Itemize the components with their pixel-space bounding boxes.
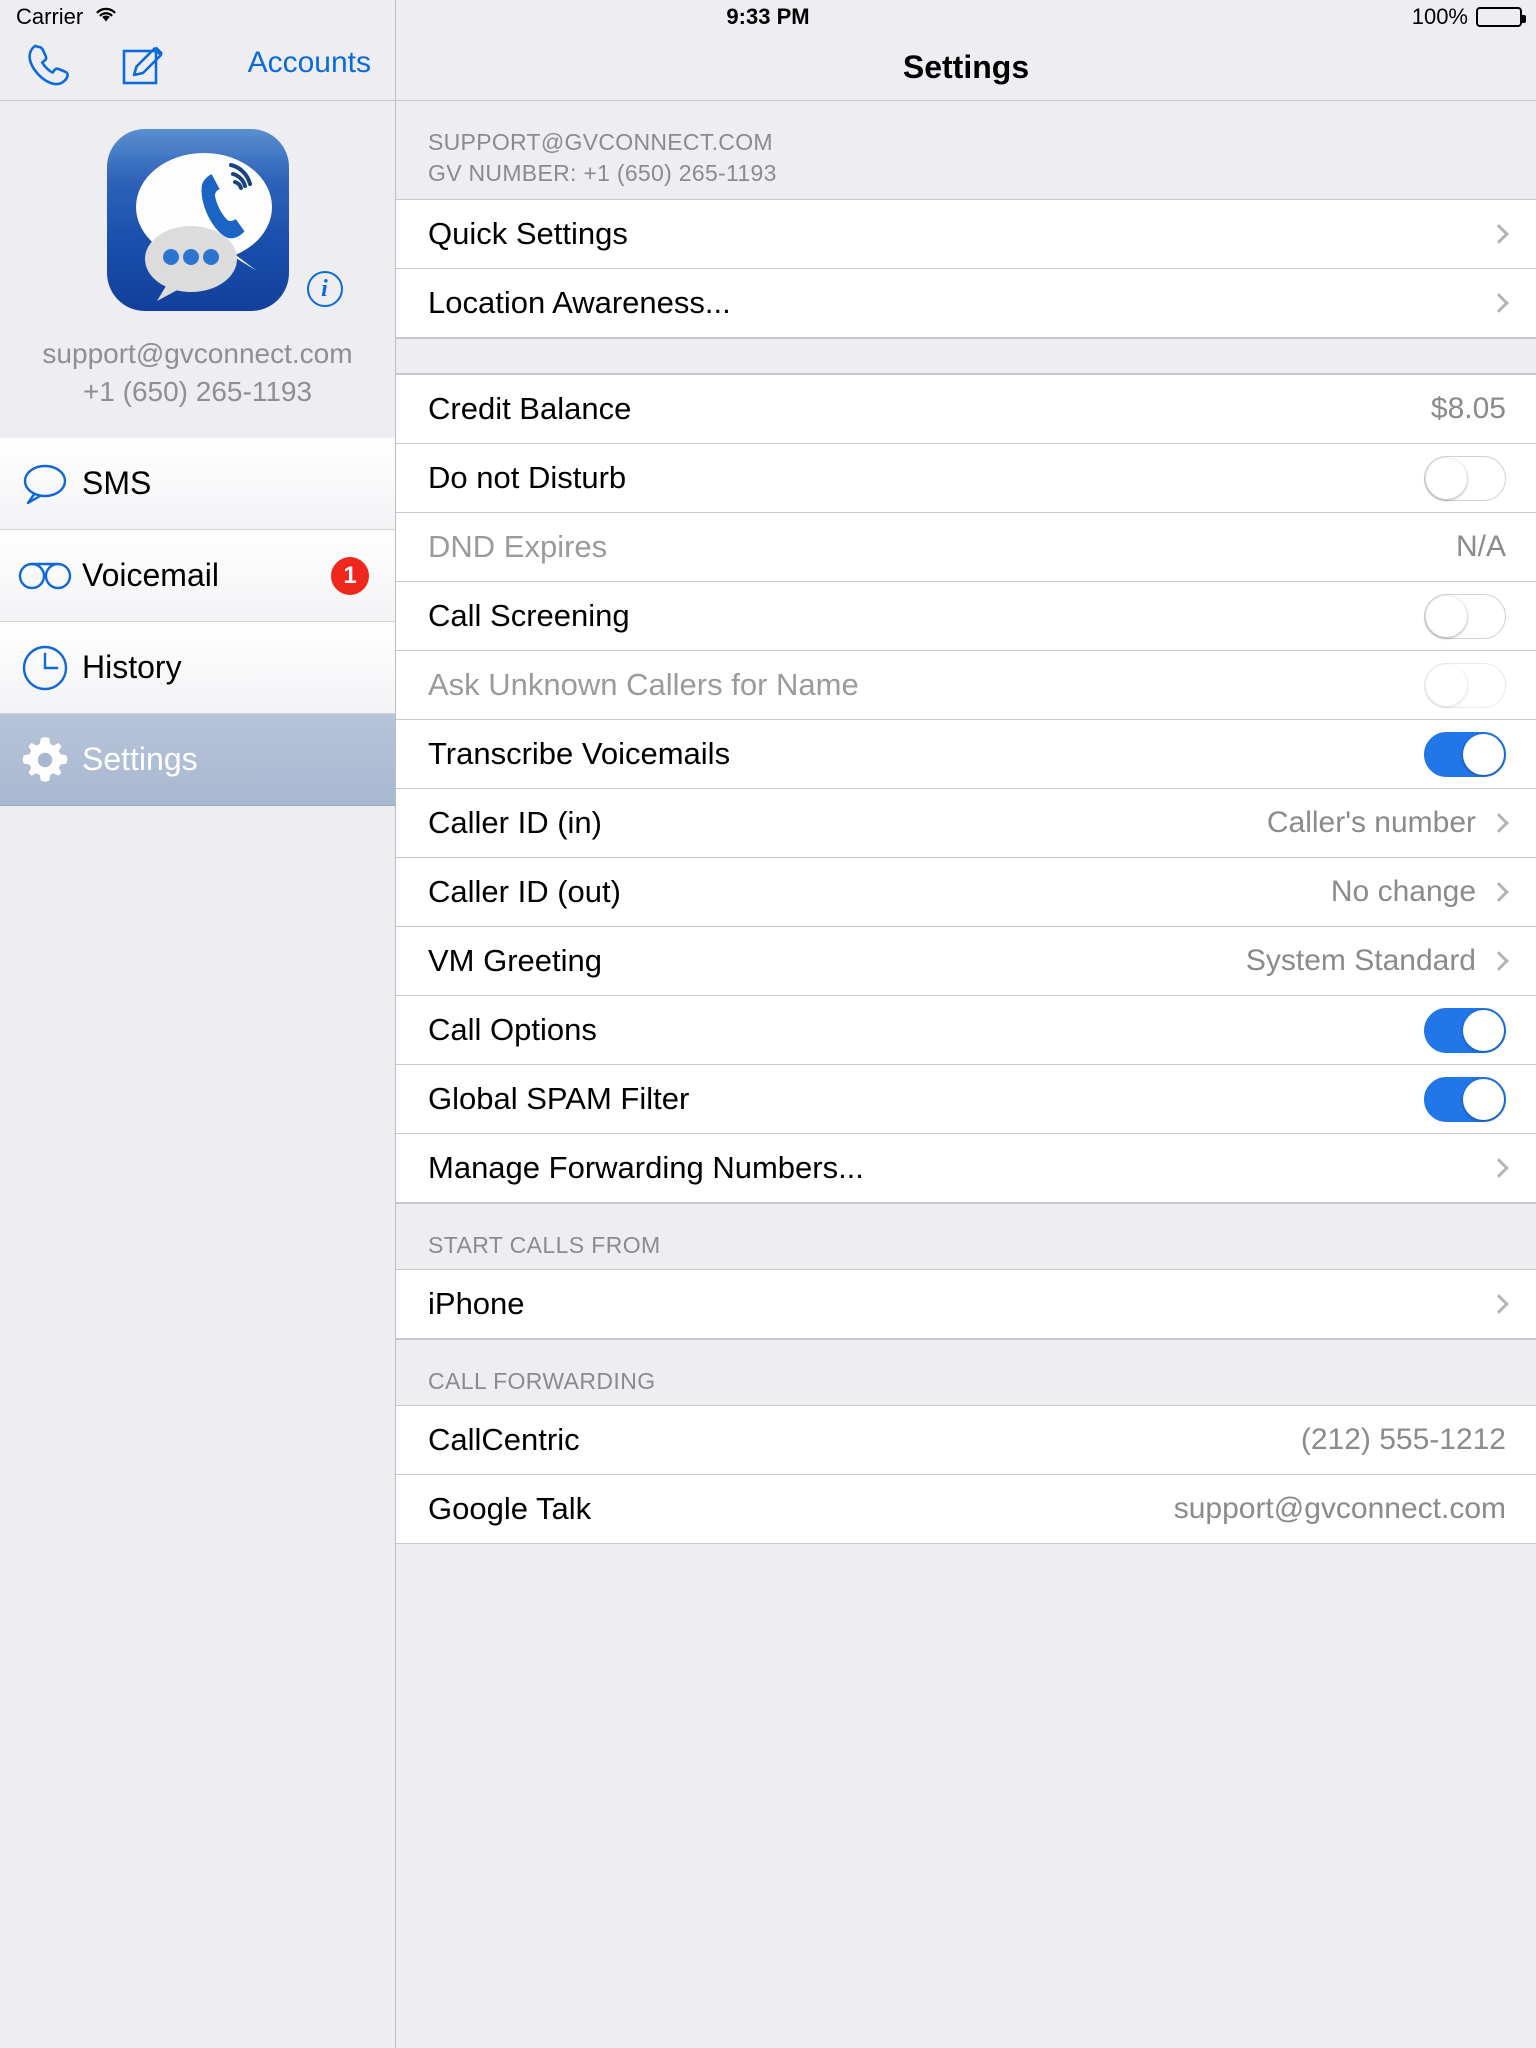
row-callcentric[interactable]: CallCentric (212) 555-1212 [396,1406,1536,1476]
chevron-right-icon [1489,882,1509,902]
row-ask-unknown-callers: Ask Unknown Callers for Name [396,651,1536,721]
voicemail-unread-badge: 1 [331,556,369,595]
row-label: Manage Forwarding Numbers... [428,1150,864,1186]
row-label: Google Talk [428,1491,592,1527]
chevron-right-icon [1489,1158,1509,1178]
global-spam-filter-toggle[interactable] [1424,1076,1506,1122]
call-screening-toggle[interactable] [1424,593,1506,639]
sidebar-item-history[interactable]: History [0,622,395,714]
sidebar-item-label: SMS [82,465,152,501]
sidebar-item-label: History [82,649,182,685]
sidebar-item-settings[interactable]: Settings [0,714,395,806]
transcribe-voicemails-toggle[interactable] [1424,731,1506,777]
gear-icon [8,735,82,785]
account-email: support@gvconnect.com [42,338,353,369]
sidebar-item-voicemail[interactable]: Voicemail 1 [0,530,395,622]
row-caller-id-out[interactable]: Caller ID (out) No change [396,858,1536,928]
row-value: $8.05 [1430,392,1506,426]
row-label: Call Screening [428,598,630,634]
row-global-spam-filter[interactable]: Global SPAM Filter [396,1065,1536,1135]
row-vm-greeting[interactable]: VM Greeting System Standard [396,927,1536,997]
phone-handset-icon[interactable] [22,38,76,97]
chevron-right-icon [1489,951,1509,971]
row-label: Call Options [428,1012,597,1048]
row-value: N/A [1455,530,1506,564]
settings-group-main: Credit Balance $8.05 Do not Disturb DND … [396,374,1536,1204]
row-call-options[interactable]: Call Options [396,996,1536,1066]
compose-pencil-icon[interactable] [118,41,166,94]
row-label: iPhone [428,1286,525,1322]
row-label: Location Awareness... [428,285,731,321]
voicemail-tape-icon [8,561,82,591]
row-location-awareness[interactable]: Location Awareness... [396,269,1536,339]
row-google-talk[interactable]: Google Talk support@gvconnect.com [396,1475,1536,1545]
chevron-right-icon [1489,1294,1509,1314]
section-header-start-calls-from: START CALLS FROM [396,1203,1536,1270]
row-caller-id-in[interactable]: Caller ID (in) Caller's number [396,789,1536,859]
clock-icon [8,644,82,692]
chevron-right-icon [1489,293,1509,313]
row-dnd-expires: DND Expires N/A [396,513,1536,583]
account-header-number: GV NUMBER: +1 (650) 265-1193 [428,160,777,187]
do-not-disturb-toggle[interactable] [1424,455,1506,501]
row-value: support@gvconnect.com [1173,1492,1506,1526]
row-label: Credit Balance [428,391,632,427]
page-title: Settings [902,48,1030,85]
chevron-right-icon [1489,813,1509,833]
row-label: Do not Disturb [428,460,627,496]
row-call-screening[interactable]: Call Screening [396,582,1536,652]
settings-group-top: Quick Settings Location Awareness... [396,199,1536,339]
sidebar-item-label: Voicemail [82,557,219,593]
gvconnect-app-icon [106,129,289,311]
detail-pane: Settings SUPPORT@GVCONNECT.COM GV NUMBER… [396,0,1536,2048]
row-label: Ask Unknown Callers for Name [428,667,859,703]
row-label: VM Greeting [428,943,603,979]
row-manage-forwarding-numbers[interactable]: Manage Forwarding Numbers... [396,1134,1536,1204]
row-start-calls-iphone[interactable]: iPhone [396,1270,1536,1340]
row-transcribe-voicemails[interactable]: Transcribe Voicemails [396,720,1536,790]
row-value: System Standard [1245,944,1476,978]
row-label: Caller ID (out) [428,874,621,910]
accounts-button[interactable]: Accounts [248,46,371,80]
row-value: No change [1330,875,1476,909]
sidebar-item-label: Settings [82,741,198,777]
row-label: Caller ID (in) [428,805,602,841]
row-do-not-disturb[interactable]: Do not Disturb [396,444,1536,514]
status-bar: Carrier 9:33 PM 100% [0,0,1536,34]
row-label: Global SPAM Filter [428,1081,690,1117]
account-header-email: SUPPORT@GVCONNECT.COM [428,129,773,155]
chevron-right-icon [1489,224,1509,244]
speech-bubble-icon [8,462,82,506]
row-value: Caller's number [1266,806,1476,840]
row-label: DND Expires [428,529,608,565]
status-time: 9:33 PM [726,4,810,29]
settings-group-start-calls: iPhone [396,1269,1536,1340]
battery-icon [1476,7,1526,27]
row-label: Quick Settings [428,216,628,252]
info-circle-icon[interactable]: i [306,271,343,307]
account-header: SUPPORT@GVCONNECT.COM GV NUMBER: +1 (650… [396,101,1536,199]
row-value: (212) 555-1212 [1300,1423,1506,1457]
call-options-toggle[interactable] [1424,1007,1506,1053]
app-icon-wrapper: i [106,129,343,311]
account-summary: i support@gvconnect.com +1 (650) 265-119… [0,101,395,408]
ask-unknown-callers-toggle [1424,662,1506,708]
row-label: CallCentric [428,1422,580,1458]
account-phone: +1 (650) 265-1193 [82,376,313,407]
battery-percent-label: 100% [1411,4,1468,29]
status-right: 100% [1411,4,1526,30]
row-credit-balance[interactable]: Credit Balance $8.05 [396,375,1536,445]
sidebar-item-sms[interactable]: SMS [0,438,395,530]
sidebar-nav-list: SMS Voicemail 1 History Settings [0,438,395,806]
sidebar: Accounts i support@gvconnect.com +1 (650… [0,0,396,2048]
row-label: Transcribe Voicemails [428,736,731,772]
settings-group-call-forwarding: CallCentric (212) 555-1212 Google Talk s… [396,1405,1536,1545]
section-header-call-forwarding: CALL FORWARDING [396,1339,1536,1406]
group-separator [396,338,1536,375]
row-quick-settings[interactable]: Quick Settings [396,200,1536,270]
